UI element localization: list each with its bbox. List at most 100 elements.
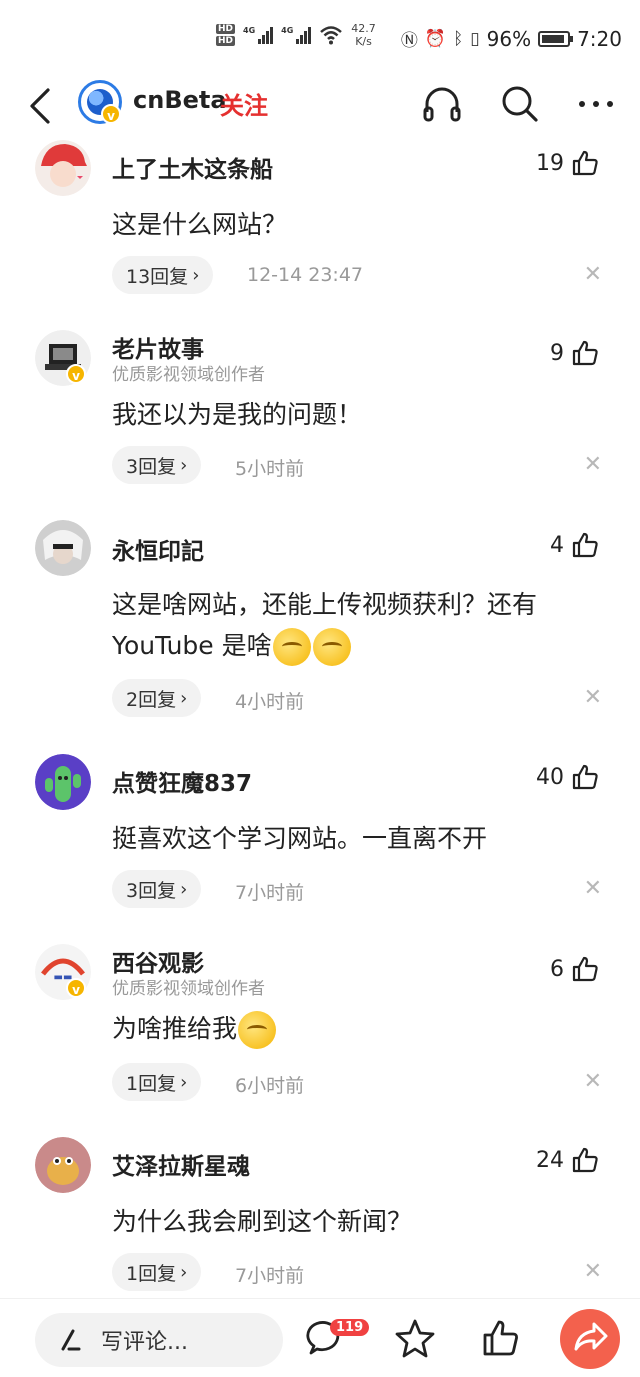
avatar[interactable] (35, 754, 91, 810)
replies-button[interactable]: 2回复 › (112, 679, 202, 717)
alarm-icon: ⏰ (424, 28, 447, 49)
replies-count: 1回复 (126, 1262, 177, 1285)
hd-indicator: HD HD (216, 24, 236, 46)
comment-time: 7小时前 (235, 882, 305, 904)
share-icon (574, 1322, 608, 1351)
network-speed: 42.7 K/s (351, 22, 376, 48)
comment-text: 为什么我会刷到这个新闻？ (112, 1207, 413, 1236)
network-type: 4G (243, 26, 256, 35)
replies-button[interactable]: 13回复 › (112, 256, 214, 294)
verified-icon: v (66, 364, 86, 384)
thumbs-up-icon (572, 532, 598, 558)
replies-count: 3回复 (126, 455, 177, 478)
like-count: 24 (536, 1147, 564, 1173)
headphones-icon[interactable] (420, 82, 464, 126)
chevron-right-icon: › (180, 687, 188, 709)
username[interactable]: 永恒印記 (112, 532, 204, 566)
close-icon[interactable]: ✕ (584, 452, 602, 477)
bluetooth-icon: ᛒ (453, 28, 464, 49)
comment-text: 我还以为是我的问题！ (112, 400, 363, 429)
username[interactable]: 艾泽拉斯星魂 (112, 1147, 250, 1181)
comment-text-part: 为啥推给我 (112, 1014, 238, 1043)
comment-input[interactable]: 写评论... (35, 1313, 283, 1367)
chevron-right-icon: › (192, 264, 200, 286)
status-bar: HD HD 4G 4G 42.7 K/s Ⓝ ⏰ ᛒ ▯ 96% 7:20 (0, 0, 640, 78)
comment-time: 4小时前 (235, 691, 305, 713)
comment-time: 6小时前 (235, 1075, 305, 1097)
status-left: HD HD 4G 4G 42.7 K/s (216, 22, 376, 48)
like-count: 40 (536, 764, 564, 790)
signal-icon: 4G (243, 26, 274, 44)
emoji-icon (312, 628, 351, 666)
more-icon[interactable] (574, 82, 618, 126)
close-icon[interactable]: ✕ (584, 1259, 602, 1284)
vibrate-icon: ▯ (470, 28, 480, 49)
close-icon[interactable]: ✕ (584, 876, 602, 901)
chevron-right-icon: › (180, 454, 188, 476)
like-count: 9 (550, 340, 564, 366)
like-button[interactable]: 19 (536, 148, 600, 178)
like-count: 19 (536, 150, 564, 176)
chevron-right-icon: › (180, 1261, 188, 1283)
thumbs-up-icon (572, 150, 598, 176)
like-button[interactable]: 24 (536, 1145, 600, 1175)
thumbs-up-icon (572, 340, 598, 366)
replies-button[interactable]: 3回复 › (112, 870, 202, 908)
replies-count: 2回复 (126, 688, 177, 711)
thumbs-up-icon (572, 1147, 598, 1173)
bottom-bar: 写评论... 119 (0, 1298, 640, 1377)
like-count: 6 (550, 956, 564, 982)
network-type: 4G (281, 26, 294, 35)
replies-button[interactable]: 3回复 › (112, 446, 202, 484)
back-button[interactable] (22, 84, 62, 128)
username[interactable]: 西谷观影 (112, 944, 204, 978)
hd-label: HD (216, 24, 236, 34)
crying-emoji-icon (238, 1011, 277, 1049)
app-header: v cnBeta 关注 (0, 78, 640, 140)
nfc-icon: Ⓝ (400, 31, 418, 51)
user-subtitle: 优质影视领域创作者 (112, 365, 265, 385)
like-button[interactable]: 4 (550, 530, 600, 560)
replies-count: 1回复 (126, 1072, 177, 1095)
battery-icon (538, 30, 574, 47)
comment-text: 为啥推给我 (112, 1008, 607, 1049)
replies-button[interactable]: 1回复 › (112, 1063, 202, 1101)
comment-text: 挺喜欢这个学习网站。一直离不开 (112, 824, 488, 853)
status-right: Ⓝ ⏰ ᛒ ▯ 96% 7:20 (400, 26, 622, 52)
comment-text-line: 这是啥网站，还能上传视频获利？还有 (112, 590, 538, 619)
user-subtitle: 优质影视领域创作者 (112, 979, 265, 999)
comment-text: 这是啥网站，还能上传视频获利？还有 YouTube 是啥 (112, 584, 607, 666)
like-button[interactable]: 40 (536, 762, 600, 792)
follow-button[interactable]: 关注 (220, 86, 268, 121)
close-icon[interactable]: ✕ (584, 1069, 602, 1094)
chevron-right-icon: › (180, 1071, 188, 1093)
star-icon[interactable] (394, 1317, 436, 1359)
thumbs-up-icon[interactable] (480, 1317, 522, 1359)
chevron-right-icon: › (180, 878, 188, 900)
close-icon[interactable]: ✕ (584, 262, 602, 287)
replies-button[interactable]: 1回复 › (112, 1253, 202, 1291)
hd-label: HD (216, 36, 236, 46)
comment-text-line2: YouTube 是啥 (112, 625, 607, 666)
thumbs-up-icon (572, 764, 598, 790)
avatar[interactable] (35, 520, 91, 576)
verified-icon: v (66, 978, 86, 998)
comment-time: 12-14 23:47 (247, 264, 364, 286)
comment-time: 7小时前 (235, 1265, 305, 1287)
share-button[interactable] (560, 1309, 620, 1369)
avatar[interactable] (35, 140, 91, 196)
username[interactable]: 点赞狂魔837 (112, 764, 252, 798)
signal-icon: 4G (281, 26, 312, 44)
like-button[interactable]: 9 (550, 338, 600, 368)
username[interactable]: 上了土木这条船 (112, 150, 273, 184)
like-button[interactable]: 6 (550, 954, 600, 984)
emoji-icon (272, 628, 311, 666)
comment-placeholder: 写评论... (101, 1330, 188, 1355)
avatar[interactable] (35, 1137, 91, 1193)
close-icon[interactable]: ✕ (584, 685, 602, 710)
username[interactable]: 老片故事 (112, 330, 204, 364)
verified-icon: v (101, 104, 121, 124)
search-icon[interactable] (498, 82, 542, 126)
channel-name[interactable]: cnBeta (133, 86, 227, 114)
speed-unit: K/s (355, 35, 372, 48)
